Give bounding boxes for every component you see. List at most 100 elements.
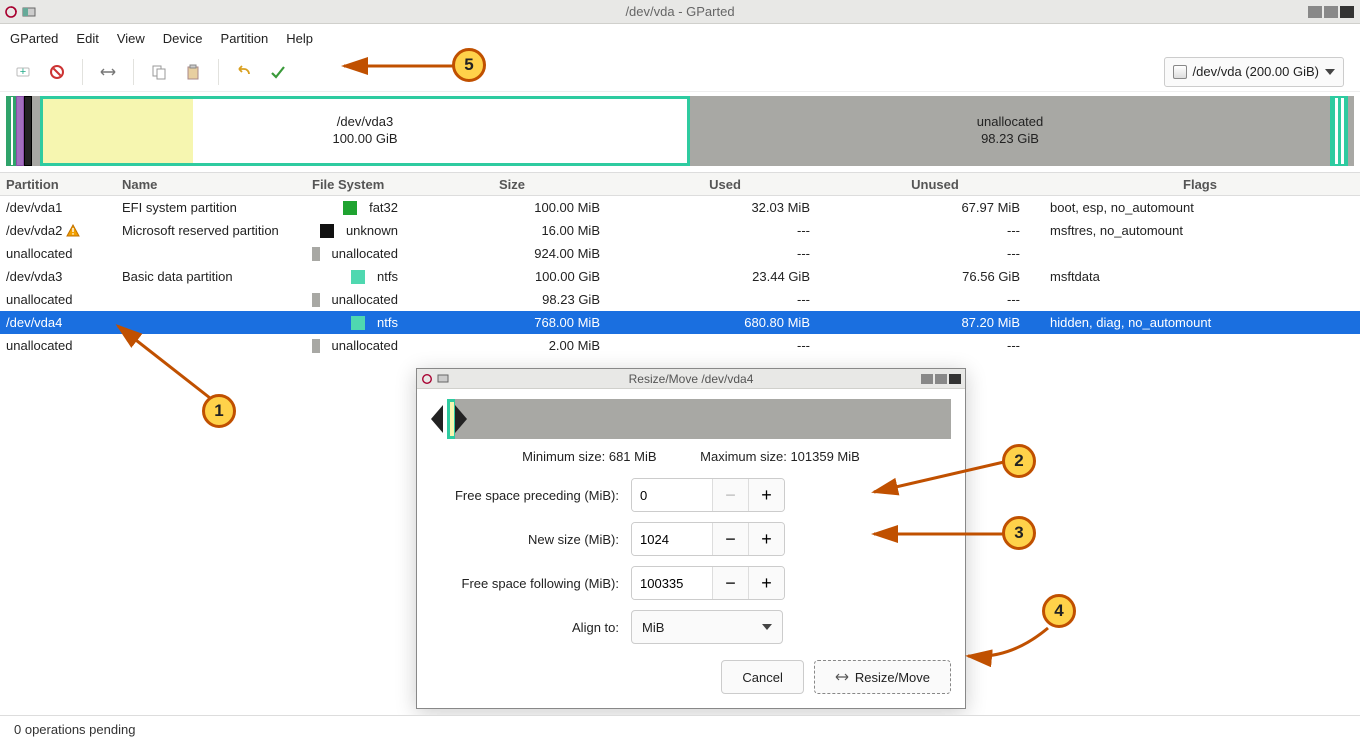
col-unused[interactable]: Unused bbox=[830, 173, 1040, 195]
cell-unused: 67.97 MiB bbox=[830, 200, 1040, 215]
cell-unused: --- bbox=[830, 246, 1040, 261]
window-title: /dev/vda - GParted bbox=[625, 4, 734, 19]
device-picker[interactable]: /dev/vda (200.00 GiB) bbox=[1164, 57, 1344, 87]
menu-edit[interactable]: Edit bbox=[76, 31, 98, 46]
following-minus-button[interactable]: − bbox=[712, 567, 748, 599]
label-align: Align to: bbox=[431, 620, 631, 635]
preceding-input[interactable] bbox=[632, 479, 712, 511]
cell-partition: /dev/vda2 bbox=[0, 223, 116, 238]
disk-icon bbox=[1173, 65, 1187, 79]
newsize-input[interactable] bbox=[632, 523, 712, 555]
apply-button[interactable] bbox=[261, 57, 295, 87]
dialog-max-button[interactable] bbox=[935, 374, 947, 384]
close-button[interactable] bbox=[1340, 6, 1354, 18]
cell-used: --- bbox=[620, 338, 830, 353]
diskmap-unalloc-1[interactable] bbox=[32, 96, 40, 166]
dialog-min-button[interactable] bbox=[921, 374, 933, 384]
newsize-minus-button[interactable]: − bbox=[712, 523, 748, 555]
table-row[interactable]: unallocatedunallocated2.00 MiB------ bbox=[0, 334, 1360, 357]
preceding-stepper[interactable]: − + bbox=[631, 478, 785, 512]
col-flags[interactable]: Flags bbox=[1040, 173, 1360, 195]
cell-fs: unallocated bbox=[306, 292, 404, 307]
col-size[interactable]: Size bbox=[404, 173, 620, 195]
diskmap-vda1[interactable] bbox=[6, 96, 16, 166]
preceding-minus-button[interactable]: − bbox=[712, 479, 748, 511]
following-plus-button[interactable]: + bbox=[748, 567, 784, 599]
cell-flags: msftres, no_automount bbox=[1040, 223, 1360, 238]
window-controls bbox=[1306, 6, 1354, 18]
cell-size: 924.00 MiB bbox=[404, 246, 620, 261]
align-combo[interactable]: MiB bbox=[631, 610, 783, 644]
copy-button[interactable] bbox=[142, 57, 176, 87]
table-row[interactable]: /dev/vda4ntfs768.00 MiB680.80 MiB87.20 M… bbox=[0, 311, 1360, 334]
cell-size: 16.00 MiB bbox=[404, 223, 620, 238]
annotation-3: 3 bbox=[1002, 516, 1036, 550]
diskmap-vda4[interactable] bbox=[1330, 96, 1348, 166]
table-row[interactable]: /dev/vda3Basic data partitionntfs100.00 … bbox=[0, 265, 1360, 288]
resize-move-button[interactable] bbox=[91, 57, 125, 87]
paste-button[interactable] bbox=[176, 57, 210, 87]
cell-used: 680.80 MiB bbox=[620, 315, 830, 330]
diskmap-segment[interactable] bbox=[24, 96, 32, 166]
cell-flags: boot, esp, no_automount bbox=[1040, 200, 1360, 215]
cell-partition: unallocated bbox=[0, 292, 116, 307]
cell-fs: unallocated bbox=[306, 246, 404, 261]
new-partition-button[interactable]: + bbox=[6, 57, 40, 87]
table-row[interactable]: /dev/vda1EFI system partitionfat32100.00… bbox=[0, 196, 1360, 219]
menu-partition[interactable]: Partition bbox=[221, 31, 269, 46]
col-used[interactable]: Used bbox=[620, 173, 830, 195]
cell-used: 32.03 MiB bbox=[620, 200, 830, 215]
col-partition[interactable]: Partition bbox=[0, 173, 116, 195]
cell-partition: unallocated bbox=[0, 338, 116, 353]
table-row[interactable]: unallocatedunallocated924.00 MiB------ bbox=[0, 242, 1360, 265]
minimize-button[interactable] bbox=[1308, 6, 1322, 18]
table-row[interactable]: /dev/vda2Microsoft reserved partitionunk… bbox=[0, 219, 1360, 242]
table-row[interactable]: unallocatedunallocated98.23 GiB------ bbox=[0, 288, 1360, 311]
resize-icon bbox=[835, 670, 849, 684]
cell-flags: msftdata bbox=[1040, 269, 1360, 284]
menu-gparted[interactable]: GParted bbox=[10, 31, 58, 46]
cell-name: EFI system partition bbox=[116, 200, 306, 215]
newsize-stepper[interactable]: − + bbox=[631, 522, 785, 556]
undo-button[interactable] bbox=[227, 57, 261, 87]
cell-size: 100.00 MiB bbox=[404, 200, 620, 215]
delete-partition-button[interactable] bbox=[40, 57, 74, 87]
diskmap-unalloc-2[interactable]: unallocated98.23 GiB bbox=[690, 96, 1330, 166]
cell-fs: fat32 bbox=[306, 200, 404, 215]
dialog-title: Resize/Move /dev/vda4 bbox=[629, 372, 754, 386]
diskmap-vda2[interactable] bbox=[16, 96, 24, 166]
menu-view[interactable]: View bbox=[117, 31, 145, 46]
resize-move-confirm-button[interactable]: Resize/Move bbox=[814, 660, 951, 694]
annotation-4: 4 bbox=[1042, 594, 1076, 628]
cell-partition: /dev/vda4 bbox=[0, 315, 116, 330]
cell-size: 100.00 GiB bbox=[404, 269, 620, 284]
dialog-titlebar: Resize/Move /dev/vda4 bbox=[417, 369, 965, 389]
cell-used: --- bbox=[620, 246, 830, 261]
align-value: MiB bbox=[642, 620, 664, 635]
app-icon bbox=[22, 5, 36, 19]
diskmap-unalloc-3[interactable] bbox=[1348, 96, 1354, 166]
maximize-button[interactable] bbox=[1324, 6, 1338, 18]
menu-help[interactable]: Help bbox=[286, 31, 313, 46]
col-fs[interactable]: File System bbox=[306, 173, 404, 195]
cell-unused: --- bbox=[830, 292, 1040, 307]
resize-slider[interactable] bbox=[431, 399, 951, 439]
following-input[interactable] bbox=[632, 567, 712, 599]
cell-size: 98.23 GiB bbox=[404, 292, 620, 307]
cell-size: 2.00 MiB bbox=[404, 338, 620, 353]
resize-handle-left[interactable] bbox=[431, 405, 443, 433]
cancel-button[interactable]: Cancel bbox=[721, 660, 803, 694]
diskmap-vda3[interactable]: /dev/vda3100.00 GiB bbox=[40, 96, 690, 166]
cell-unused: 76.56 GiB bbox=[830, 269, 1040, 284]
device-picker-label: /dev/vda (200.00 GiB) bbox=[1193, 64, 1319, 79]
preceding-plus-button[interactable]: + bbox=[748, 479, 784, 511]
menu-device[interactable]: Device bbox=[163, 31, 203, 46]
col-name[interactable]: Name bbox=[116, 173, 306, 195]
resize-handle-right[interactable] bbox=[455, 405, 467, 433]
partition-table-header: Partition Name File System Size Used Unu… bbox=[0, 172, 1360, 196]
following-stepper[interactable]: − + bbox=[631, 566, 785, 600]
cell-fs: ntfs bbox=[306, 315, 404, 330]
dialog-close-button[interactable] bbox=[949, 374, 961, 384]
resize-track[interactable] bbox=[447, 399, 951, 439]
newsize-plus-button[interactable]: + bbox=[748, 523, 784, 555]
